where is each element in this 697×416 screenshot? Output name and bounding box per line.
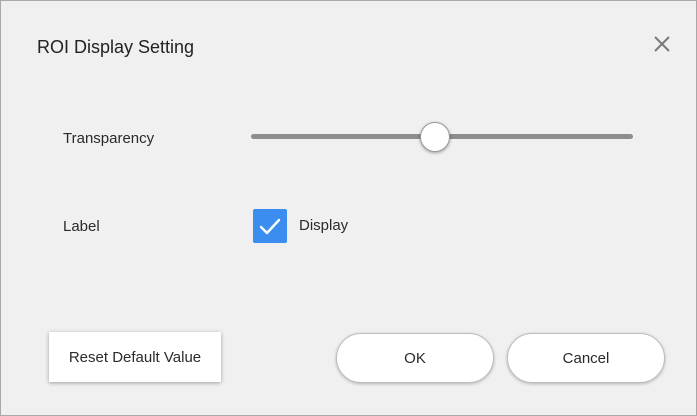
checkmark-icon [259,218,281,235]
slider-thumb[interactable] [420,122,451,152]
roi-display-setting-dialog: ROI Display Setting Transparency Label D… [0,0,697,416]
ok-button[interactable]: OK [336,333,494,383]
transparency-slider[interactable] [251,119,633,155]
display-checkbox-label[interactable]: Display [299,217,348,234]
cancel-button[interactable]: Cancel [507,333,665,383]
close-icon [654,36,670,52]
display-checkbox[interactable] [253,209,287,243]
transparency-label: Transparency [63,130,155,147]
close-button[interactable] [649,31,675,57]
dialog-title: ROI Display Setting [37,37,195,57]
label-setting-label: Label [63,218,100,235]
reset-default-value-button[interactable]: Reset Default Value [49,332,221,382]
